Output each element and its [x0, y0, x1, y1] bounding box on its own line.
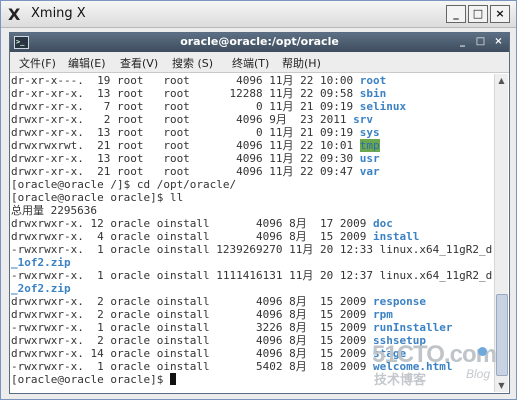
line-text: linux.x64_11gR2_database — [379, 243, 493, 256]
line-text: drwxrwxr-x. 2 oracle oinstall 4096 8月 15… — [11, 295, 373, 308]
watermark-main: 51CTO.com — [372, 341, 497, 368]
terminal-title: oracle@oracle:/opt/oracle — [180, 35, 339, 48]
line-text: drwxr-xr-x. 2 root root 4096 9月 23 2011 — [11, 113, 354, 126]
terminal-line: drwxrwxr-x. 2 oracle oinstall 4096 8月 15… — [11, 334, 426, 347]
file-name: _2of2.zip — [11, 282, 71, 295]
menu-edit[interactable]: 编辑(E) — [68, 55, 106, 71]
terminal-line: _1of2.zip — [11, 256, 71, 269]
watermark-sub: 技术博客 — [374, 372, 427, 387]
terminal-line: drwxrwxr-x. 14 oracle oinstall 4096 8月 1… — [11, 347, 406, 360]
terminal-line: -rwxrwxr-x. 1 oracle oinstall 1239269270… — [11, 243, 493, 256]
file-name: root — [359, 74, 387, 87]
file-name: sbin — [359, 87, 387, 100]
file-name: _1of2.zip — [11, 256, 71, 269]
line-text: drwxr-xr-x. 21 root root 4096 11月 22 09:… — [11, 165, 360, 178]
line-text: -rwxrwxr-x. 1 oracle oinstall 1111416131… — [11, 269, 380, 282]
file-name: tmp — [359, 139, 380, 152]
terminal-maximize-button[interactable]: □ — [474, 36, 487, 48]
xming-window: X Xming X _ □ × >_ oracle@oracle:/opt/or… — [0, 0, 517, 400]
terminal-line: _2of2.zip — [11, 282, 71, 295]
file-name: rpm — [373, 308, 393, 321]
terminal-line: [oracle@oracle /]$ cd /opt/oracle/ — [11, 178, 236, 191]
xming-minimize-button[interactable]: _ — [446, 5, 466, 23]
terminal-line: drwxrwxr-x. 2 oracle oinstall 4096 8月 15… — [11, 295, 426, 308]
file-name: var — [359, 165, 380, 178]
terminal-line: [oracle@oracle oracle]$ ll — [11, 191, 183, 204]
line-text: [oracle@oracle /]$ cd /opt/oracle/ — [11, 178, 237, 191]
terminal-line: drwxrwxr-x. 4 oracle oinstall 4096 8月 15… — [11, 230, 419, 243]
menu-help[interactable]: 帮助(H) — [282, 55, 321, 71]
terminal-line: drwxr-xr-x. 13 root root 0 11月 21 09:19 … — [11, 126, 380, 139]
terminal-line: -rwxrwxr-x. 1 oracle oinstall 3226 8月 15… — [11, 321, 452, 334]
line-text: drwxr-xr-x. 13 root root 0 11月 21 09:19 — [11, 126, 360, 139]
watermark-logo: 51CTO.com 技术博客 Blog — [372, 341, 502, 387]
xming-title: Xming X — [31, 6, 86, 21]
line-text: drwxrwxr-x. 2 oracle oinstall 4096 8月 15… — [11, 334, 373, 347]
line-text: 总用量 2295636 — [11, 204, 97, 217]
xming-logo-icon: X — [8, 5, 21, 24]
file-name: runInstaller — [373, 321, 453, 334]
line-text: -rwxrwxr-x. 1 oracle oinstall 5402 8月 18… — [11, 360, 373, 373]
terminal-line: -rwxrwxr-x. 1 oracle oinstall 1111416131… — [11, 269, 493, 282]
file-name: install — [373, 230, 420, 243]
terminal-window: >_ oracle@oracle:/opt/oracle _ □ × 文件(F)… — [9, 32, 510, 394]
file-name: selinux — [359, 100, 407, 113]
xming-close-button[interactable]: × — [490, 5, 510, 23]
terminal-titlebar[interactable]: >_ oracle@oracle:/opt/oracle _ □ × — [10, 33, 509, 52]
terminal-minimize-button[interactable]: _ — [456, 36, 469, 48]
line-text: [oracle@oracle oracle]$ — [11, 373, 170, 386]
terminal-line: drwxrwxrwt. 21 root root 4096 11月 22 10:… — [11, 139, 380, 152]
file-name: doc — [373, 217, 393, 230]
terminal-line: dr-xr-x---. 19 root root 4096 11月 22 10:… — [11, 74, 386, 87]
line-text: linux.x64_11gR2_database — [379, 269, 493, 282]
menu-file[interactable]: 文件(F) — [19, 55, 56, 71]
line-text: drwxr-xr-x. 7 root root 0 11月 21 09:19 — [11, 100, 360, 113]
terminal-line: [oracle@oracle oracle]$ — [11, 373, 176, 386]
terminal-line: drwxr-xr-x. 2 root root 4096 9月 23 2011 … — [11, 113, 373, 126]
line-text: drwxr-xr-x. 13 root root 4096 11月 22 09:… — [11, 152, 360, 165]
file-name: srv — [353, 113, 374, 126]
line-text: drwxrwxrwt. 21 root root 4096 11月 22 10:… — [11, 139, 360, 152]
watermark-dot-icon — [478, 347, 487, 356]
line-text: drwxrwxr-x. 2 oracle oinstall 4096 8月 15… — [11, 308, 373, 321]
terminal-close-button[interactable]: × — [492, 36, 505, 48]
terminal-line: drwxr-xr-x. 13 root root 4096 11月 22 09:… — [11, 152, 380, 165]
line-text: drwxrwxr-x. 4 oracle oinstall 4096 8月 15… — [11, 230, 373, 243]
line-text: dr-xr-xr-x. 13 root root 12288 11月 22 09… — [11, 87, 360, 100]
line-text: [oracle@oracle oracle]$ ll — [11, 191, 184, 204]
file-name: response — [373, 295, 426, 308]
terminal-line: dr-xr-xr-x. 13 root root 12288 11月 22 09… — [11, 87, 386, 100]
line-text: drwxrwxr-x. 12 oracle oinstall 4096 8月 1… — [11, 217, 373, 230]
cursor — [169, 373, 176, 385]
menu-view[interactable]: 查看(V) — [120, 55, 158, 71]
line-text: -rwxrwxr-x. 1 oracle oinstall 3226 8月 15… — [11, 321, 373, 334]
terminal-line: drwxrwxr-x. 12 oracle oinstall 4096 8月 1… — [11, 217, 393, 230]
xming-maximize-button[interactable]: □ — [468, 5, 488, 23]
line-text: drwxrwxr-x. 14 oracle oinstall 4096 8月 1… — [11, 347, 373, 360]
terminal-menubar: 文件(F) 编辑(E) 查看(V) 搜索 (S) 终端(T) 帮助(H) — [10, 52, 509, 73]
terminal-line: drwxr-xr-x. 21 root root 4096 11月 22 09:… — [11, 165, 380, 178]
menu-terminal[interactable]: 终端(T) — [232, 55, 269, 71]
scroll-up-arrow-icon[interactable]: ▲ — [495, 74, 508, 87]
file-name: sys — [359, 126, 380, 139]
file-name: usr — [359, 152, 380, 165]
xming-titlebar[interactable]: X Xming X _ □ × — [1, 1, 516, 28]
line-text: dr-xr-x---. 19 root root 4096 11月 22 10:… — [11, 74, 360, 87]
watermark-blog: Blog — [466, 367, 491, 381]
terminal-line: 总用量 2295636 — [11, 204, 97, 217]
menu-search[interactable]: 搜索 (S) — [172, 55, 213, 71]
line-text: -rwxrwxr-x. 1 oracle oinstall 1239269270… — [11, 243, 380, 256]
terminal-line: drwxrwxr-x. 2 oracle oinstall 4096 8月 15… — [11, 308, 393, 321]
terminal-line: drwxr-xr-x. 7 root root 0 11月 21 09:19 s… — [11, 100, 406, 113]
